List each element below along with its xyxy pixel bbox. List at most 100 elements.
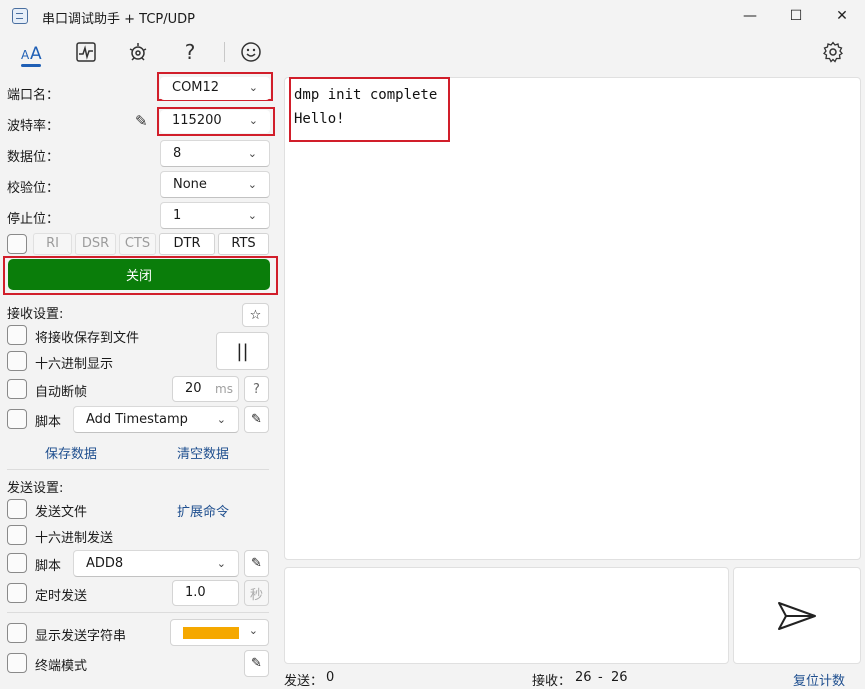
receive-script-checkbox[interactable]	[7, 409, 27, 429]
parity-label: 校验位：	[7, 181, 60, 196]
signal-cts: CTS	[119, 233, 156, 255]
databits-label: 数据位：	[7, 150, 60, 165]
star-icon: ☆	[249, 307, 262, 323]
send-file-checkbox[interactable]	[7, 499, 27, 519]
chevron-down-icon: ⌄	[216, 413, 226, 426]
hex-display-label: 十六进制显示	[35, 357, 114, 372]
sent-count: 0	[326, 670, 335, 685]
serial-text-icon[interactable]: AA	[16, 38, 48, 66]
receive-line: Hello!	[294, 111, 345, 127]
section-divider	[7, 612, 269, 613]
save-to-file-checkbox[interactable]	[7, 325, 27, 345]
parity-select[interactable]: None ⌄	[160, 171, 270, 198]
send-script-edit-button[interactable]: ✎	[244, 550, 269, 577]
svg-text:A: A	[21, 48, 30, 62]
receive-line: dmp init complete	[294, 87, 438, 103]
dtr-button[interactable]: DTR	[159, 233, 215, 255]
stopbits-value: 1	[173, 208, 182, 223]
sent-label: 发送：	[284, 674, 324, 689]
plugin-icon[interactable]	[122, 38, 154, 66]
signal-dsr: DSR	[75, 233, 116, 255]
stopbits-select[interactable]: 1 ⌄	[160, 202, 270, 229]
pause-button[interactable]: ||	[216, 332, 269, 370]
send-button[interactable]	[733, 567, 861, 664]
clear-data-link[interactable]: 清空数据	[177, 443, 229, 462]
toggle-label: 关闭	[125, 269, 152, 284]
port-select[interactable]: COM12 ⌄	[160, 77, 270, 100]
maximize-button[interactable]: ☐	[773, 0, 819, 32]
color-picker[interactable]: ⌄	[170, 619, 269, 646]
svg-text:A: A	[30, 44, 42, 63]
window-title: 串口调试助手 + TCP/UDP	[42, 12, 195, 27]
smiley-icon[interactable]	[235, 38, 267, 66]
baud-label: 波特率：	[7, 119, 60, 134]
star-button[interactable]: ☆	[242, 303, 269, 327]
chevron-down-icon: ⌄	[248, 81, 258, 94]
close-button[interactable]: ✕	[819, 0, 865, 32]
chevron-down-icon: ⌄	[247, 178, 257, 191]
hex-display-checkbox[interactable]	[7, 351, 27, 371]
send-settings-label: 发送设置:	[7, 481, 64, 496]
recv-count-2: 26	[611, 670, 628, 685]
chevron-down-icon: ⌄	[247, 209, 257, 222]
auto-frame-label: 自动断帧	[35, 385, 88, 400]
chevron-down-icon: ⌄	[216, 557, 226, 570]
question-icon: ?	[253, 381, 260, 397]
recv-count: 26	[575, 670, 592, 685]
send-input[interactable]	[284, 567, 729, 664]
timed-send-checkbox[interactable]	[7, 583, 27, 603]
receive-script-value: Add Timestamp	[86, 412, 188, 427]
pause-icon: ||	[236, 340, 249, 362]
stopbits-label: 停止位：	[7, 212, 60, 227]
send-icon	[778, 601, 816, 630]
hex-send-label: 十六进制发送	[35, 531, 114, 546]
reset-count-link[interactable]: 复位计数	[793, 670, 845, 689]
rts-button[interactable]: RTS	[218, 233, 269, 255]
color-swatch	[183, 626, 239, 639]
auto-frame-checkbox[interactable]	[7, 379, 27, 399]
section-divider	[7, 469, 269, 470]
pen-icon: ✎	[251, 556, 262, 571]
receive-settings-label: 接收设置:	[7, 307, 64, 322]
send-script-checkbox[interactable]	[7, 553, 27, 573]
hex-send-checkbox[interactable]	[7, 525, 27, 545]
show-send-str-checkbox[interactable]	[7, 623, 27, 643]
save-data-link[interactable]: 保存数据	[45, 443, 97, 462]
terminal-mode-checkbox[interactable]	[7, 653, 27, 673]
app-icon	[12, 8, 28, 24]
pen-icon: ✎	[251, 412, 262, 427]
receive-area[interactable]	[284, 77, 861, 560]
chevron-down-icon: ⌄	[248, 624, 258, 637]
chart-icon[interactable]	[70, 38, 102, 66]
settings-icon[interactable]	[817, 38, 849, 66]
pen-icon[interactable]: ✎	[135, 112, 148, 130]
timed-send-label: 定时发送	[35, 589, 88, 604]
show-send-str-label: 显示发送字符串	[35, 629, 127, 644]
port-label: 端口名：	[7, 88, 60, 103]
terminal-edit-button[interactable]: ✎	[244, 650, 269, 677]
toolbar-separator	[224, 42, 225, 62]
ext-cmd-link[interactable]: 扩展命令	[177, 501, 229, 520]
frame-ms-value: 20	[185, 381, 202, 396]
send-script-select[interactable]: ADD8 ⌄	[73, 550, 239, 577]
frame-ms-unit: ms	[215, 382, 233, 396]
databits-select[interactable]: 8 ⌄	[160, 140, 270, 167]
baud-select[interactable]: 115200 ⌄	[160, 110, 270, 133]
active-tool-indicator	[21, 64, 41, 67]
frame-help-button[interactable]: ?	[244, 376, 269, 402]
receive-script-edit-button[interactable]: ✎	[244, 406, 269, 433]
parity-value: None	[173, 177, 207, 192]
help-icon[interactable]: ?	[174, 38, 206, 66]
signal-checkbox[interactable]	[7, 234, 27, 254]
interval-input[interactable]: 1.0	[172, 580, 239, 606]
open-close-button[interactable]: 关闭	[8, 259, 270, 290]
save-to-file-label: 将接收保存到文件	[35, 331, 140, 346]
recv-separator: -	[598, 670, 603, 685]
receive-script-select[interactable]: Add Timestamp ⌄	[73, 406, 239, 433]
frame-ms-input[interactable]: 20 ms	[172, 376, 239, 402]
chevron-down-icon: ⌄	[248, 114, 258, 127]
minimize-button[interactable]: —	[727, 0, 773, 32]
receive-script-label: 脚本	[35, 415, 62, 430]
pen-icon: ✎	[251, 656, 262, 671]
send-script-label: 脚本	[35, 559, 62, 574]
